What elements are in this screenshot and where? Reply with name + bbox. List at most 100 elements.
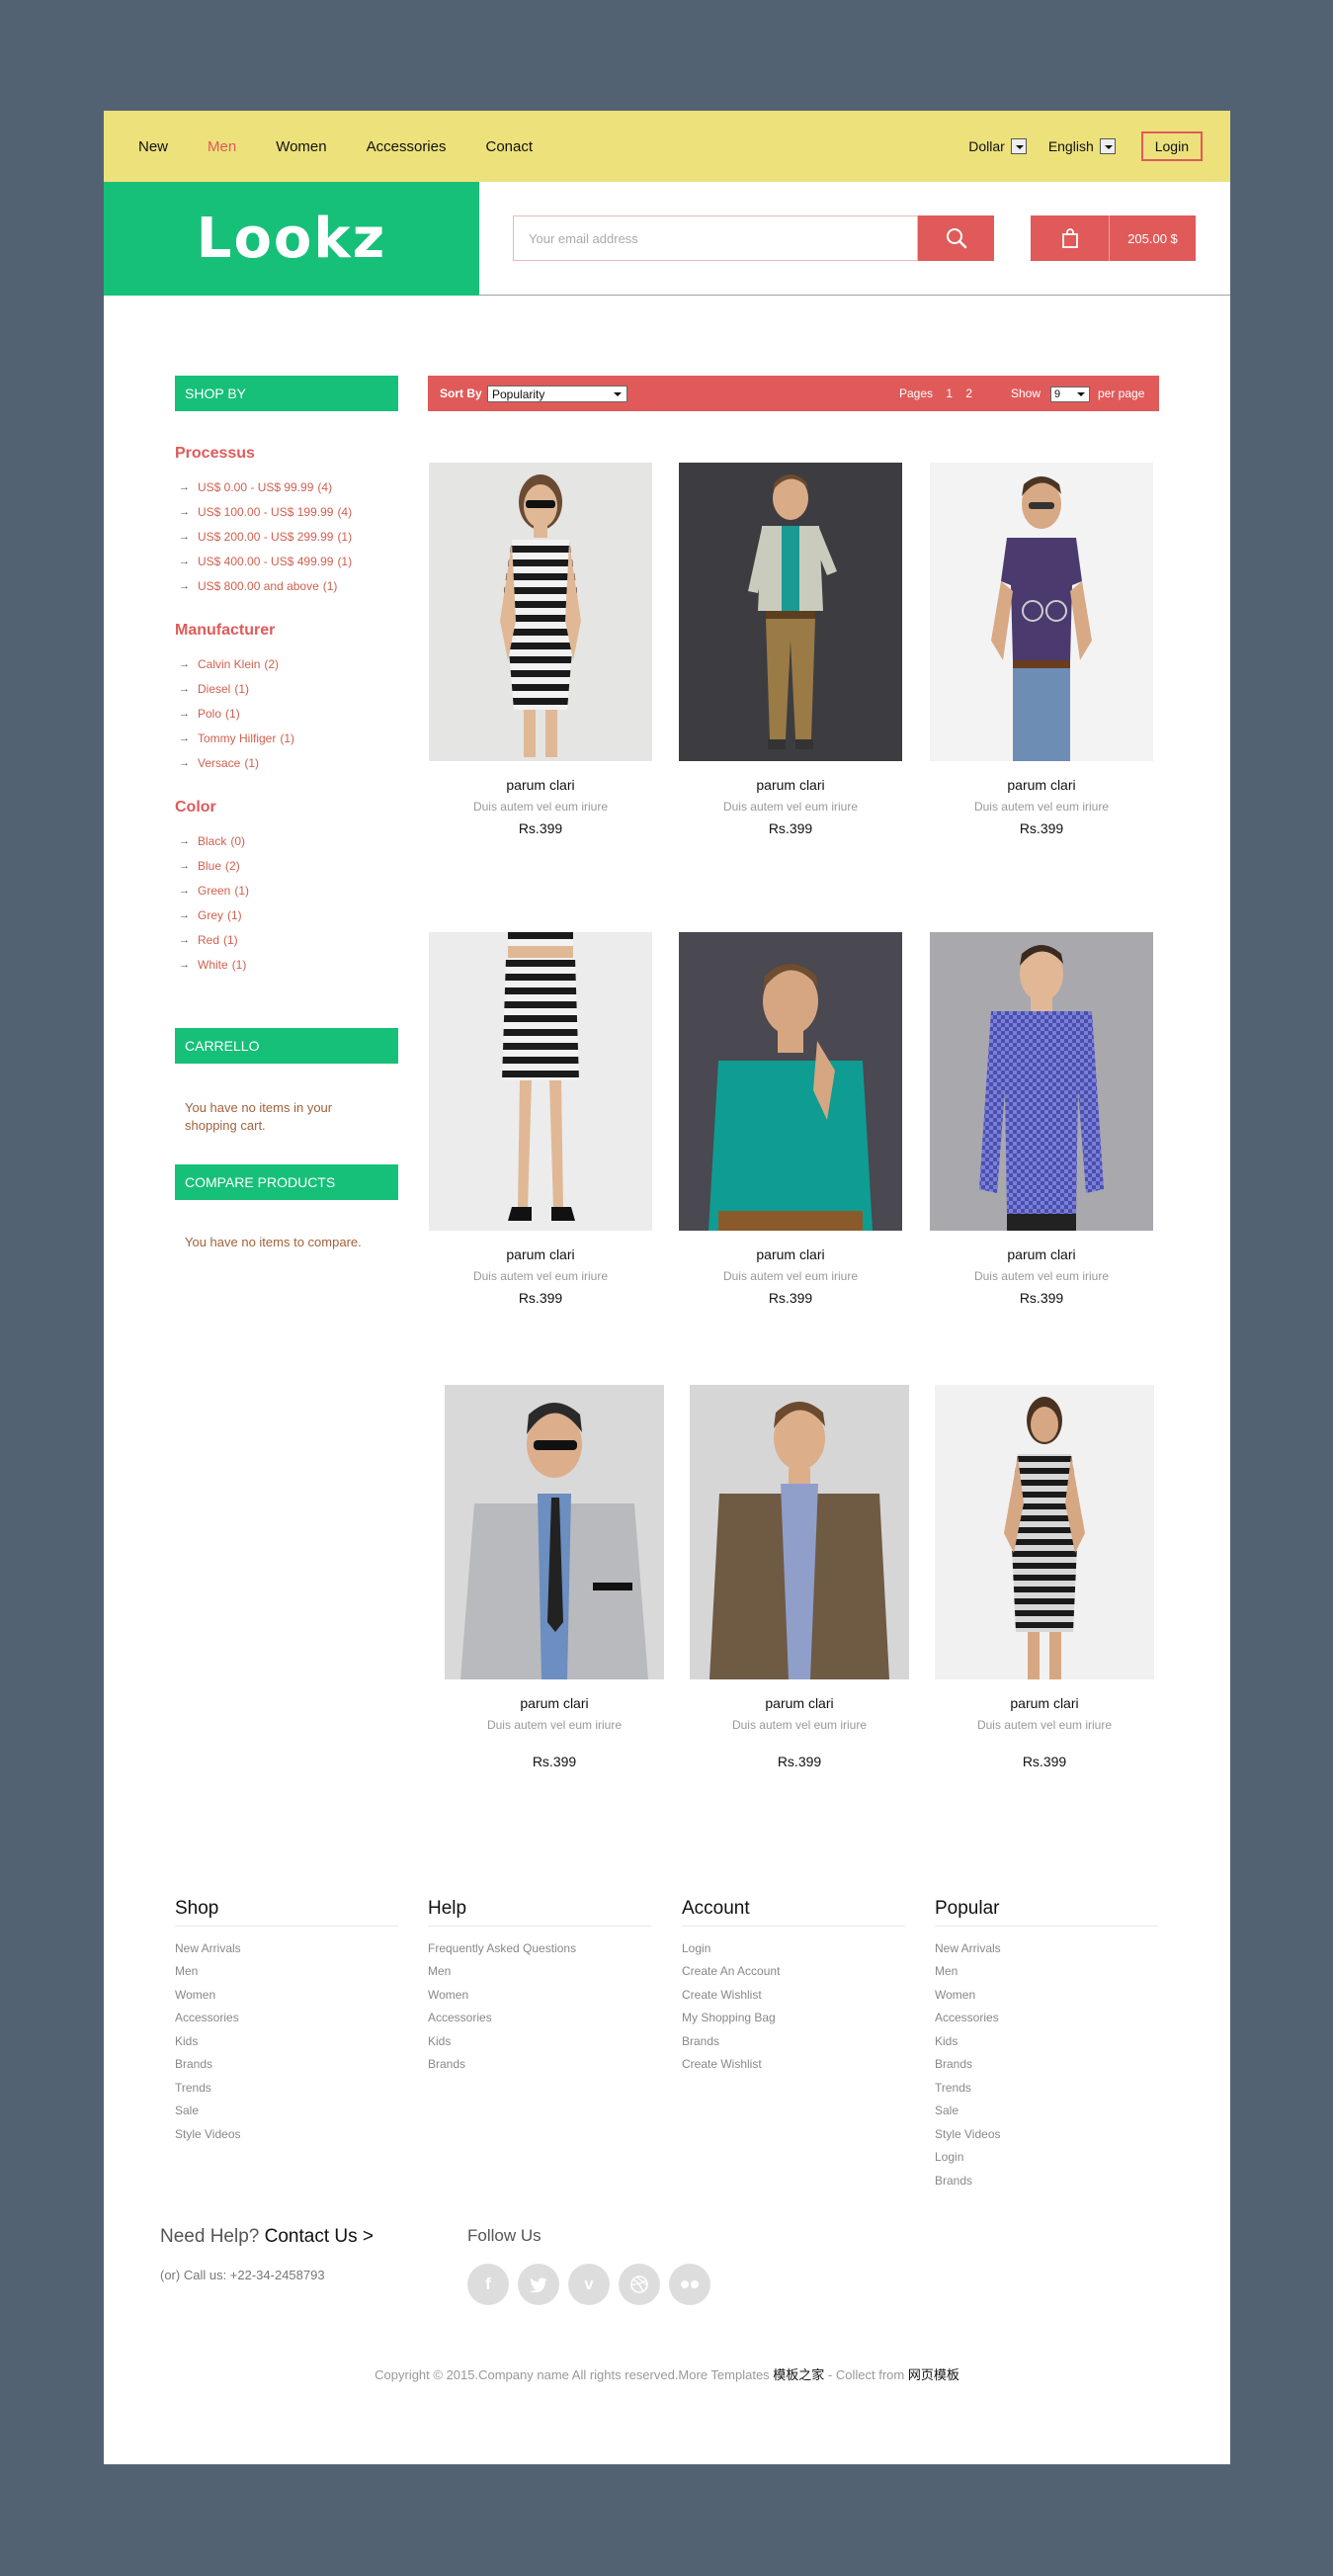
filter-item[interactable]: → Polo (1) bbox=[175, 701, 398, 726]
login-button[interactable]: Login bbox=[1140, 131, 1203, 161]
product-image[interactable] bbox=[930, 932, 1153, 1231]
footer-link[interactable]: Login bbox=[682, 1936, 905, 1960]
page: New Men Women Accessories Conact Dollar … bbox=[104, 111, 1230, 2464]
product-image[interactable] bbox=[930, 463, 1153, 761]
search-input[interactable]: Your email address bbox=[513, 215, 918, 261]
footer-link[interactable]: Login bbox=[935, 2146, 1158, 2170]
footer-link[interactable]: Women bbox=[935, 1983, 1158, 2007]
filter-item[interactable]: → US$ 100.00 - US$ 199.99 (4) bbox=[175, 499, 398, 524]
footer-link[interactable]: Accessories bbox=[428, 2007, 651, 2030]
page-link-1[interactable]: 1 bbox=[946, 386, 953, 400]
cart-button[interactable]: 205.00 $ bbox=[1031, 215, 1196, 261]
footer-link[interactable]: Men bbox=[935, 1960, 1158, 1984]
product-name[interactable]: parum clari bbox=[930, 777, 1153, 793]
vimeo-icon[interactable]: v bbox=[568, 2264, 610, 2305]
product-description: Duis autem vel eum iriure bbox=[722, 1269, 859, 1283]
product-image[interactable] bbox=[935, 1385, 1154, 1679]
product-name[interactable]: parum clari bbox=[445, 1695, 664, 1711]
footer-link[interactable]: Create An Account bbox=[682, 1960, 905, 1984]
twitter-icon[interactable] bbox=[518, 2264, 559, 2305]
filter-item[interactable]: → Grey (1) bbox=[175, 902, 398, 927]
footer-col-help: Help Frequently Asked Questions Men Wome… bbox=[428, 1898, 651, 2076]
footer-link[interactable]: Women bbox=[428, 1983, 651, 2007]
footer-link[interactable]: Sale bbox=[175, 2100, 398, 2123]
footer-link[interactable]: Frequently Asked Questions bbox=[428, 1936, 651, 1960]
webpage-templates-link[interactable]: 网页模板 bbox=[908, 2367, 959, 2382]
footer-col-popular: Popular New Arrivals Men Women Accessori… bbox=[935, 1898, 1158, 2192]
product-image[interactable] bbox=[690, 1385, 909, 1679]
footer-link[interactable]: My Shopping Bag bbox=[682, 2007, 905, 2030]
currency-select[interactable]: Dollar bbox=[968, 138, 1027, 154]
product-name[interactable]: parum clari bbox=[429, 1246, 652, 1262]
footer-link[interactable]: Accessories bbox=[175, 2007, 398, 2030]
product-image[interactable] bbox=[679, 463, 902, 761]
filter-manufacturer: Manufacturer → Calvin Klein (2) → Diesel (1)… bbox=[175, 622, 398, 775]
footer-link[interactable]: Kids bbox=[935, 2029, 1158, 2053]
footer-link[interactable]: Trends bbox=[935, 2076, 1158, 2100]
nav-men[interactable]: Men bbox=[208, 138, 236, 155]
footer-link[interactable]: Create Wishlist bbox=[682, 2053, 905, 2077]
filter-item[interactable]: → Green (1) bbox=[175, 878, 398, 902]
contact-us-link[interactable]: Contact Us > bbox=[265, 2226, 374, 2247]
filter-item[interactable]: → Blue (2) bbox=[175, 853, 398, 878]
product-name[interactable]: parum clari bbox=[679, 777, 902, 793]
filter-item[interactable]: → White (1) bbox=[175, 952, 398, 977]
product-name[interactable]: parum clari bbox=[679, 1246, 902, 1262]
search-button[interactable] bbox=[918, 215, 994, 261]
footer-link[interactable]: Style Videos bbox=[935, 2122, 1158, 2146]
product-card: parum clari Duis autem vel eum iriure Rs… bbox=[445, 1385, 664, 1769]
footer-link[interactable]: Accessories bbox=[935, 2007, 1158, 2030]
footer-link[interactable]: Women bbox=[175, 1983, 398, 2007]
logo[interactable]: Lookz bbox=[104, 182, 479, 296]
footer-link[interactable]: Men bbox=[175, 1960, 398, 1984]
product-name[interactable]: parum clari bbox=[690, 1695, 909, 1711]
filter-item[interactable]: → Red (1) bbox=[175, 927, 398, 952]
templates-link[interactable]: 模板之家 bbox=[773, 2367, 824, 2382]
product-price: Rs.399 bbox=[768, 820, 813, 836]
nav-accessories[interactable]: Accessories bbox=[367, 138, 447, 155]
product-image[interactable] bbox=[429, 932, 652, 1231]
sort-select[interactable]: Popularity bbox=[487, 386, 627, 402]
footer-link[interactable]: Men bbox=[428, 1960, 651, 1984]
footer-link[interactable]: Sale bbox=[935, 2100, 1158, 2123]
product-name[interactable]: parum clari bbox=[935, 1695, 1154, 1711]
product-image[interactable] bbox=[445, 1385, 664, 1679]
filter-item[interactable]: → Versace (1) bbox=[175, 750, 398, 775]
footer-link[interactable]: Brands bbox=[935, 2053, 1158, 2077]
filter-item[interactable]: → Tommy Hilfiger (1) bbox=[175, 726, 398, 750]
flickr-icon[interactable] bbox=[669, 2264, 710, 2305]
language-select[interactable]: English bbox=[1048, 138, 1116, 154]
footer-link[interactable]: Style Videos bbox=[175, 2122, 398, 2146]
product-image[interactable] bbox=[429, 463, 652, 761]
footer-link[interactable]: New Arrivals bbox=[175, 1936, 398, 1960]
nav-contact[interactable]: Conact bbox=[485, 138, 533, 155]
filter-item[interactable]: → US$ 200.00 - US$ 299.99 (1) bbox=[175, 524, 398, 549]
product-price: Rs.399 bbox=[1022, 1754, 1067, 1769]
per-page-select[interactable]: 9 bbox=[1050, 386, 1090, 402]
footer-link[interactable]: Trends bbox=[175, 2076, 398, 2100]
filter-item[interactable]: → US$ 800.00 and above (1) bbox=[175, 573, 398, 598]
facebook-icon[interactable]: f bbox=[467, 2264, 509, 2305]
footer-link[interactable]: Kids bbox=[428, 2029, 651, 2053]
footer-link[interactable]: Brands bbox=[428, 2053, 651, 2077]
footer-link[interactable]: Brands bbox=[682, 2029, 905, 2053]
filter-item[interactable]: → US$ 0.00 - US$ 99.99 (4) bbox=[175, 474, 398, 499]
top-bar: New Men Women Accessories Conact Dollar … bbox=[104, 111, 1230, 182]
footer-link[interactable]: Create Wishlist bbox=[682, 1983, 905, 2007]
footer-link[interactable]: Brands bbox=[175, 2053, 398, 2077]
dribbble-icon[interactable] bbox=[619, 2264, 660, 2305]
filter-item[interactable]: → Calvin Klein (2) bbox=[175, 651, 398, 676]
footer-link[interactable]: Kids bbox=[175, 2029, 398, 2053]
filter-item[interactable]: → Diesel (1) bbox=[175, 676, 398, 701]
product-image[interactable] bbox=[679, 932, 902, 1231]
filter-item[interactable]: → Black (0) bbox=[175, 828, 398, 853]
footer-link[interactable]: Brands bbox=[935, 2169, 1158, 2192]
cart-empty-message: You have no items in your shopping cart. bbox=[185, 1100, 333, 1133]
product-name[interactable]: parum clari bbox=[429, 777, 652, 793]
nav-women[interactable]: Women bbox=[276, 138, 326, 155]
filter-item[interactable]: → US$ 400.00 - US$ 499.99 (1) bbox=[175, 549, 398, 573]
page-link-2[interactable]: 2 bbox=[965, 386, 972, 400]
footer-link[interactable]: New Arrivals bbox=[935, 1936, 1158, 1960]
product-name[interactable]: parum clari bbox=[930, 1246, 1153, 1262]
nav-new[interactable]: New bbox=[138, 138, 168, 155]
